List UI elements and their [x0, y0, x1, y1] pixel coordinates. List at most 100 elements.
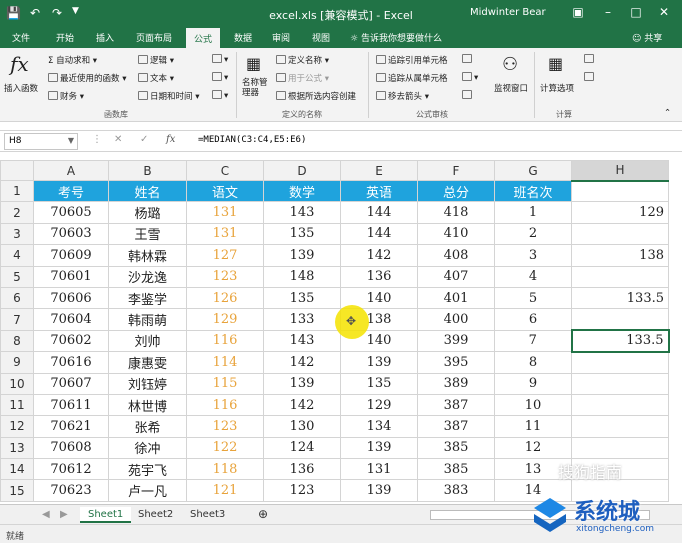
show-formulas-button[interactable] [462, 54, 474, 65]
cell-chinese[interactable]: 123 [186, 265, 264, 288]
cell-id[interactable]: 70609 [33, 244, 109, 267]
cell-english[interactable]: 139 [340, 479, 418, 502]
cell-rank[interactable]: 6 [494, 308, 572, 331]
cell-name[interactable]: 韩雨萌 [108, 308, 187, 331]
cell-math[interactable]: 136 [263, 458, 341, 481]
cell-name[interactable]: 康惠雯 [108, 351, 187, 374]
cell-english[interactable]: 144 [340, 201, 418, 224]
cell-total[interactable]: 383 [417, 479, 495, 502]
row-header[interactable]: 3 [0, 222, 34, 246]
cell-h[interactable]: 133.5 [570, 329, 670, 353]
minimize-icon[interactable]: – [600, 5, 616, 19]
select-all-corner[interactable] [0, 160, 34, 181]
column-header[interactable]: H [571, 160, 669, 182]
trace-precedents-button[interactable]: 追踪引用单元格 [376, 54, 448, 66]
insert-function-icon[interactable]: fx [166, 134, 175, 145]
cell-id[interactable]: 70621 [33, 415, 109, 438]
cell-total[interactable]: 408 [417, 244, 495, 267]
cell-h[interactable] [571, 265, 669, 288]
cell-rank[interactable]: 12 [494, 436, 572, 460]
column-header[interactable]: E [340, 160, 418, 181]
cell-h[interactable] [571, 415, 669, 438]
remove-arrows-button[interactable]: 移去箭头 ▾ [376, 90, 429, 102]
error-check-button[interactable]: ▾ [462, 72, 478, 83]
cell-name[interactable]: 李鉴学 [108, 286, 187, 310]
add-sheet-icon[interactable]: ⊕ [250, 505, 276, 521]
cell[interactable] [571, 179, 669, 203]
cell-total[interactable]: 400 [417, 308, 495, 331]
cell-name[interactable]: 苑宇飞 [108, 458, 187, 481]
column-header[interactable]: B [108, 160, 187, 181]
close-icon[interactable]: ✕ [656, 5, 672, 19]
cell-math[interactable]: 130 [263, 415, 341, 438]
tab-file[interactable]: 文件 [12, 31, 30, 44]
define-name-button[interactable]: 定义名称 ▾ [276, 54, 329, 66]
watch-window-button[interactable]: 监视窗口 [494, 82, 528, 94]
cell-chinese[interactable]: 115 [186, 372, 264, 395]
cell-id[interactable]: 70602 [33, 329, 109, 353]
header-cell[interactable]: 语文 [186, 179, 264, 203]
cell-name[interactable]: 刘钰婷 [108, 372, 187, 395]
cell-id[interactable]: 70623 [33, 479, 109, 502]
row-header[interactable]: 10 [0, 372, 34, 395]
cell-h[interactable]: 129 [571, 201, 669, 224]
cell-name[interactable]: 张希 [108, 415, 187, 438]
row-header[interactable]: 9 [0, 351, 34, 374]
cell-name[interactable]: 王雪 [108, 222, 187, 246]
cell-total[interactable]: 387 [417, 393, 495, 417]
autosum-button[interactable]: Σ 自动求和 ▾ [48, 54, 97, 66]
text-button[interactable]: 文本 ▾ [138, 72, 174, 84]
cell-rank[interactable]: 7 [494, 329, 572, 353]
cell-name[interactable]: 杨璐 [108, 201, 187, 224]
cell-math[interactable]: 142 [263, 393, 341, 417]
cell-english[interactable]: 135 [340, 372, 418, 395]
cell-name[interactable]: 沙龙逸 [108, 265, 187, 288]
cell-math[interactable]: 139 [263, 244, 341, 267]
tab-data[interactable]: 数据 [234, 31, 252, 44]
cell-english[interactable]: 129 [340, 393, 418, 417]
cell-id[interactable]: 70608 [33, 436, 109, 460]
cell-h[interactable] [571, 222, 669, 246]
cell-total[interactable]: 418 [417, 201, 495, 224]
cell-name[interactable]: 刘帅 [108, 329, 187, 353]
calc-sheet-button[interactable] [584, 72, 596, 83]
tell-me-search[interactable]: ☼ 告诉我你想要做什么 [350, 31, 442, 44]
cell-rank[interactable]: 5 [494, 286, 572, 310]
cell-chinese[interactable]: 116 [186, 329, 264, 353]
scroll-right-icon[interactable]: ▶ [52, 507, 76, 523]
cancel-icon[interactable]: ✕ [114, 134, 122, 145]
cell-english[interactable]: 142 [340, 244, 418, 267]
cell-math[interactable]: 135 [263, 222, 341, 246]
cell-name[interactable]: 卢一凡 [108, 479, 187, 502]
calc-now-button[interactable] [584, 54, 596, 65]
cell-id[interactable]: 70606 [33, 286, 109, 310]
create-from-selection-button[interactable]: 根据所选内容创建 [276, 90, 356, 102]
column-header[interactable]: A [33, 160, 109, 181]
column-header[interactable]: C [186, 160, 264, 181]
cell-math[interactable]: 142 [263, 351, 341, 374]
cell-english[interactable]: 139 [340, 351, 418, 374]
logical-button[interactable]: 逻辑 ▾ [138, 54, 174, 66]
cell-chinese[interactable]: 118 [186, 458, 264, 481]
cell-chinese[interactable]: 116 [186, 393, 264, 417]
trace-dependents-button[interactable]: 追踪从属单元格 [376, 72, 448, 84]
cell-chinese[interactable]: 114 [186, 351, 264, 374]
user-name[interactable]: Midwinter Bear [470, 7, 546, 18]
column-header[interactable]: D [263, 160, 341, 181]
cell-rank[interactable]: 4 [494, 265, 572, 288]
cell-rank[interactable]: 9 [494, 372, 572, 395]
lookup-button[interactable]: ▾ [212, 54, 228, 65]
column-header[interactable]: G [494, 160, 572, 181]
tab-insert[interactable]: 插入 [96, 31, 114, 44]
name-manager-button[interactable]: 名称管理器 [242, 78, 272, 98]
cell-chinese[interactable]: 123 [186, 415, 264, 438]
cell-chinese[interactable]: 131 [186, 222, 264, 246]
cell-rank[interactable]: 10 [494, 393, 572, 417]
sheet-tab-3[interactable]: Sheet3 [182, 507, 233, 523]
cell-total[interactable]: 401 [417, 286, 495, 310]
tab-formulas[interactable]: 公式 [186, 28, 221, 48]
financial-button[interactable]: 财务 ▾ [48, 90, 84, 102]
cell-math[interactable]: 133 [263, 308, 341, 331]
row-header[interactable]: 4 [0, 244, 34, 267]
insert-function-button[interactable]: 插入函数 [4, 82, 38, 94]
